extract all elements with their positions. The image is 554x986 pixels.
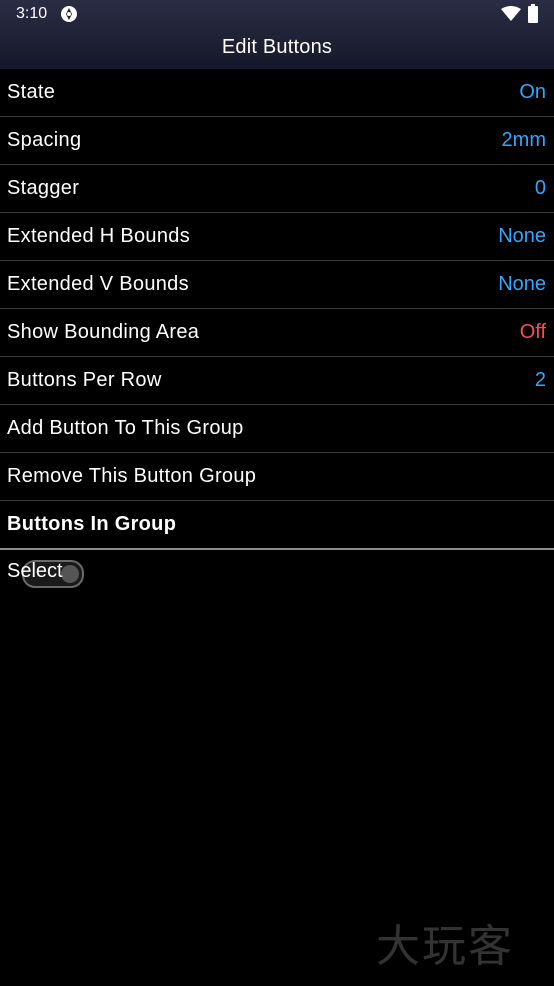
setting-value: 2 <box>534 369 546 391</box>
action-label: Remove This Button Group <box>7 465 257 487</box>
setting-row-stagger[interactable]: Stagger 0 <box>0 165 554 213</box>
top-app-bar: 3:10 Edit Buttons <box>0 0 554 69</box>
setting-value: Off <box>519 321 546 343</box>
toggle-knob <box>61 565 79 583</box>
section-header-label: Buttons In Group <box>7 513 177 535</box>
setting-row-extended-h-bounds[interactable]: Extended H Bounds None <box>0 213 554 261</box>
setting-value: On <box>519 81 546 103</box>
status-bar: 3:10 <box>0 0 554 28</box>
page-title: Edit Buttons <box>221 36 333 58</box>
setting-row-spacing[interactable]: Spacing 2mm <box>0 117 554 165</box>
section-divider <box>0 548 554 550</box>
setting-row-show-bounding-area[interactable]: Show Bounding Area Off <box>0 309 554 357</box>
select-label: Select <box>7 560 63 582</box>
settings-list: State On Spacing 2mm Stagger 0 Extended … <box>0 69 554 550</box>
status-time: 3:10 <box>16 5 48 22</box>
setting-label: Extended V Bounds <box>7 273 189 295</box>
setting-label: Buttons Per Row <box>7 369 162 391</box>
setting-row-buttons-per-row[interactable]: Buttons Per Row 2 <box>0 357 554 405</box>
section-header-buttons-in-group: Buttons In Group <box>0 501 554 548</box>
setting-label: Stagger <box>7 177 80 199</box>
setting-label: State <box>7 81 56 103</box>
setting-value: None <box>498 273 546 295</box>
setting-label: Show Bounding Area <box>7 321 200 343</box>
wifi-icon <box>501 6 521 21</box>
watermark-logo: 大玩客 <box>376 921 514 972</box>
select-toggle-control[interactable]: Select <box>7 560 84 588</box>
setting-row-state[interactable]: State On <box>0 69 554 117</box>
setting-row-extended-v-bounds[interactable]: Extended V Bounds None <box>0 261 554 309</box>
setting-value: None <box>498 225 546 247</box>
action-label: Add Button To This Group <box>7 417 244 439</box>
setting-label: Spacing <box>7 129 82 151</box>
battery-icon <box>528 4 538 23</box>
remove-button-group-action[interactable]: Remove This Button Group <box>0 453 554 501</box>
setting-value: 0 <box>534 177 546 199</box>
setting-value: 2mm <box>501 129 546 151</box>
add-button-to-group-action[interactable]: Add Button To This Group <box>0 405 554 453</box>
setting-label: Extended H Bounds <box>7 225 191 247</box>
app-logo-icon <box>61 6 77 22</box>
